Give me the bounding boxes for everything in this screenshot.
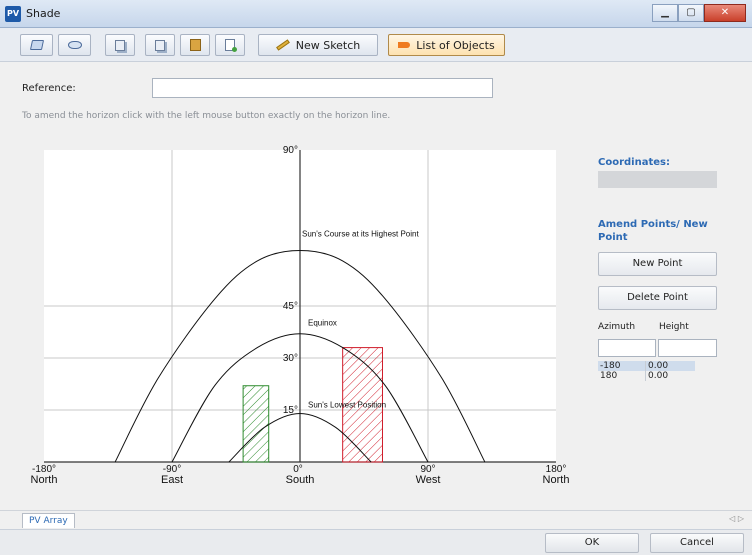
x-direction-label: South: [286, 474, 315, 486]
toolbar: New Sketch List of Objects: [0, 28, 752, 62]
copy-icon: [115, 39, 125, 51]
view-button[interactable]: [58, 34, 91, 56]
close-button[interactable]: ✕: [704, 4, 746, 22]
title-bar: PV Shade ▁ ▢ ✕: [0, 0, 752, 28]
duplicate-button[interactable]: [145, 34, 175, 56]
window-controls: ▁ ▢ ✕: [652, 4, 746, 22]
x-direction-label: North: [31, 474, 58, 486]
curve-label: Equinox: [308, 319, 337, 328]
open-button[interactable]: [20, 34, 53, 56]
copy-button[interactable]: [105, 34, 135, 56]
list-of-objects-label: List of Objects: [416, 38, 495, 52]
horizon-hint: To amend the horizon click with the left…: [22, 111, 391, 121]
paste-button[interactable]: [180, 34, 210, 56]
tab-pv-array[interactable]: PV Array: [22, 513, 75, 528]
cancel-button[interactable]: Cancel: [650, 533, 744, 553]
delete-point-button[interactable]: Delete Point: [598, 286, 717, 310]
tab-scroll-arrows-icon[interactable]: ◁ ▷: [729, 514, 744, 523]
minimize-button[interactable]: ▁: [652, 4, 678, 22]
reference-input[interactable]: [152, 78, 493, 98]
height-input[interactable]: [658, 339, 717, 357]
pencil-icon: [275, 39, 290, 51]
list-icon: [398, 42, 411, 48]
ok-button[interactable]: OK: [545, 533, 639, 553]
window-title: Shade: [26, 7, 61, 20]
list-of-objects-button[interactable]: List of Objects: [388, 34, 505, 56]
point-azimuth: -180: [598, 361, 646, 371]
x-direction-label: West: [416, 474, 441, 486]
app-logo-icon: PV: [5, 6, 21, 22]
reference-label: Reference:: [22, 83, 76, 94]
azimuth-label: Azimuth: [598, 322, 636, 332]
dialog-buttons: OK Cancel: [0, 529, 752, 555]
view-icon: [67, 41, 82, 49]
copy-icon: [155, 39, 165, 51]
coordinates-title: Coordinates:: [598, 157, 670, 168]
y-tick-label: 30°: [283, 353, 298, 364]
new-sketch-label: New Sketch: [295, 38, 361, 52]
new-document-icon: [225, 39, 237, 52]
shading-object-bar: [242, 385, 270, 463]
new-sketch-button[interactable]: New Sketch: [258, 34, 378, 56]
maximize-button[interactable]: ▢: [678, 4, 704, 22]
curve-label: Sun's Course at its Highest Point: [302, 230, 419, 239]
point-row[interactable]: -180 0.00: [598, 361, 695, 371]
paste-icon: [189, 39, 201, 51]
point-height: 0.00: [648, 371, 669, 381]
point-azimuth: 180: [598, 371, 646, 381]
folder-open-icon: [29, 40, 44, 50]
coordinates-value: [598, 171, 717, 188]
tab-bar: PV Array ◁ ▷: [0, 510, 752, 528]
azimuth-input[interactable]: [598, 339, 656, 357]
x-direction-label: East: [161, 474, 183, 486]
x-direction-label: North: [543, 474, 570, 486]
new-document-button[interactable]: [215, 34, 245, 56]
horizon-chart[interactable]: Sun's Course at its Highest Point Equinox…: [0, 140, 592, 490]
point-row[interactable]: 180 0.00: [598, 371, 695, 381]
y-tick-label: 15°: [283, 405, 298, 416]
new-point-button[interactable]: New Point: [598, 252, 717, 276]
height-label: Height: [659, 322, 689, 332]
curve-label: Sun's Lowest Position: [308, 400, 386, 409]
y-tick-label: 90°: [283, 145, 298, 156]
amend-points-title: Amend Points/ New Point: [598, 219, 708, 243]
point-height: 0.00: [648, 361, 669, 371]
y-tick-label: 45°: [283, 301, 298, 312]
